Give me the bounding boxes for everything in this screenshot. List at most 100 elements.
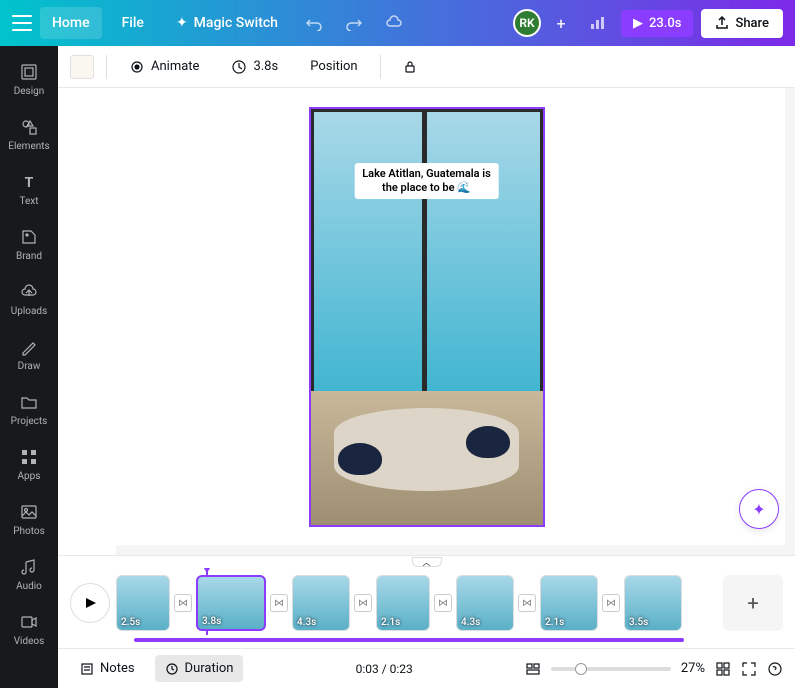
timeline-clip[interactable]: 2.1s xyxy=(376,575,430,631)
sidebar-item-apps[interactable]: Apps xyxy=(0,437,58,492)
thumbnail-view-icon[interactable] xyxy=(525,661,541,677)
timeline-clip[interactable]: 3.8s xyxy=(196,575,266,631)
sidebar-item-photos[interactable]: Photos xyxy=(0,492,58,547)
clip-duration-label: 3.5s xyxy=(629,617,648,628)
animate-button[interactable]: Animate xyxy=(119,53,209,81)
canvas-text-overlay[interactable]: Lake Atitlan, Guatemala is the place to … xyxy=(354,163,499,200)
lock-icon xyxy=(403,60,417,74)
canvas-bg-pouf xyxy=(338,443,382,475)
transition-button[interactable]: ⋈ xyxy=(354,594,372,612)
timeline-clip[interactable]: 2.5s xyxy=(116,575,170,631)
apps-icon xyxy=(19,447,39,467)
text-icon: T xyxy=(19,172,39,192)
play-duration-label: 23.0s xyxy=(649,16,681,31)
timeline-clip[interactable]: 3.5s xyxy=(624,575,682,631)
clip-duration-label: 3.8s xyxy=(202,616,221,627)
sidebar-item-draw[interactable]: Draw xyxy=(0,327,58,382)
draw-icon xyxy=(19,337,39,357)
clips-track[interactable]: 2.5s⋈3.8s⋈4.3s⋈2.1s⋈4.3s⋈2.1s⋈3.5s xyxy=(116,575,709,631)
clip-duration-label: 2.5s xyxy=(121,617,140,628)
clip-duration-label: 2.1s xyxy=(381,617,400,628)
sidebar-item-videos[interactable]: Videos xyxy=(0,602,58,657)
duration-toggle-button[interactable]: Duration xyxy=(155,655,244,682)
uploads-icon xyxy=(19,282,39,302)
sidebar-label: Apps xyxy=(18,471,41,482)
audio-icon xyxy=(19,557,39,577)
canvas-bg-window-left xyxy=(311,109,427,400)
sidebar: Design Elements T Text Brand Uploads Draw… xyxy=(0,46,58,688)
menu-icon[interactable] xyxy=(12,13,32,33)
time-display: 0:03 / 0:23 xyxy=(356,662,413,676)
file-button[interactable]: File xyxy=(110,7,156,39)
timeline-clip[interactable]: 2.1s xyxy=(540,575,598,631)
magic-fab-button[interactable]: ✦ xyxy=(739,489,779,529)
timeline-clip[interactable]: 4.3s xyxy=(456,575,514,631)
collapse-timeline-button[interactable]: ︿ xyxy=(412,557,442,567)
color-picker[interactable] xyxy=(70,55,94,79)
zoom-thumb[interactable] xyxy=(575,663,587,675)
sidebar-label: Design xyxy=(14,86,45,97)
fullscreen-icon[interactable] xyxy=(741,661,757,677)
sidebar-item-audio[interactable]: Audio xyxy=(0,547,58,602)
cloud-sync-icon[interactable] xyxy=(378,7,410,39)
horizontal-scrollbar[interactable] xyxy=(116,545,795,555)
play-button[interactable] xyxy=(70,583,110,623)
transition-button[interactable]: ⋈ xyxy=(602,594,620,612)
notes-button[interactable]: Notes xyxy=(70,655,145,682)
transition-button[interactable]: ⋈ xyxy=(270,594,288,612)
magic-switch-button[interactable]: ✦ Magic Switch xyxy=(164,7,290,39)
clip-duration-label: 4.3s xyxy=(297,617,316,628)
undo-button[interactable] xyxy=(298,7,330,39)
home-button[interactable]: Home xyxy=(40,7,102,39)
play-icon xyxy=(83,596,97,610)
top-bar: Home File ✦ Magic Switch RK + ▶ 23.0s Sh… xyxy=(0,0,795,46)
transition-button[interactable]: ⋈ xyxy=(434,594,452,612)
play-duration-button[interactable]: ▶ 23.0s xyxy=(621,10,693,37)
avatar[interactable]: RK xyxy=(513,9,541,37)
sidebar-label: Audio xyxy=(16,581,42,592)
share-button[interactable]: Share xyxy=(701,9,783,38)
transition-button[interactable]: ⋈ xyxy=(518,594,536,612)
sidebar-item-brand[interactable]: Brand xyxy=(0,217,58,272)
animate-icon xyxy=(129,59,145,75)
sidebar-label: Uploads xyxy=(11,306,47,317)
sidebar-item-elements[interactable]: Elements xyxy=(0,107,58,162)
vertical-scrollbar[interactable] xyxy=(785,88,795,545)
sidebar-label: Brand xyxy=(16,251,42,262)
position-button[interactable]: Position xyxy=(300,53,367,80)
analytics-icon[interactable] xyxy=(581,7,613,39)
sidebar-item-uploads[interactable]: Uploads xyxy=(0,272,58,327)
timeline-clip[interactable]: 4.3s xyxy=(292,575,350,631)
add-collaborator-button[interactable]: + xyxy=(549,11,573,35)
notes-label: Notes xyxy=(100,661,135,676)
sidebar-label: Text xyxy=(19,196,38,207)
lock-button[interactable] xyxy=(393,54,427,80)
add-clip-button[interactable]: + xyxy=(723,575,783,631)
sidebar-item-text[interactable]: T Text xyxy=(0,162,58,217)
transition-button[interactable]: ⋈ xyxy=(174,594,192,612)
help-icon[interactable] xyxy=(767,661,783,677)
canvas-area[interactable]: Lake Atitlan, Guatemala is the place to … xyxy=(58,88,795,545)
videos-icon xyxy=(19,612,39,632)
notes-icon xyxy=(80,662,94,676)
animate-label: Animate xyxy=(151,59,199,74)
photos-icon xyxy=(19,502,39,522)
sidebar-item-projects[interactable]: Projects xyxy=(0,382,58,437)
grid-view-icon[interactable] xyxy=(715,661,731,677)
clip-duration-label: 4.3s xyxy=(461,617,480,628)
sidebar-item-design[interactable]: Design xyxy=(0,52,58,107)
zoom-slider[interactable] xyxy=(551,667,671,671)
audio-track[interactable] xyxy=(134,638,684,642)
elements-icon xyxy=(19,117,39,137)
timeline-panel: ︿ 2.5s⋈3.8s⋈4.3s⋈2.1s⋈4.3s⋈2.1s⋈3.5s + xyxy=(58,555,795,648)
redo-button[interactable] xyxy=(338,7,370,39)
canvas-bg-pouf xyxy=(466,426,510,458)
timeline[interactable]: 2.5s⋈3.8s⋈4.3s⋈2.1s⋈4.3s⋈2.1s⋈3.5s + xyxy=(58,568,795,638)
overlay-line-2: the place to be 🌊 xyxy=(362,181,491,195)
sidebar-label: Draw xyxy=(18,361,41,372)
canvas-bg-window-right xyxy=(427,109,543,400)
overlay-line-1: Lake Atitlan, Guatemala is xyxy=(362,167,491,181)
canvas-frame[interactable]: Lake Atitlan, Guatemala is the place to … xyxy=(309,107,545,527)
sparkle-icon: ✦ xyxy=(176,15,188,31)
clip-duration-button[interactable]: 3.8s xyxy=(221,53,288,81)
